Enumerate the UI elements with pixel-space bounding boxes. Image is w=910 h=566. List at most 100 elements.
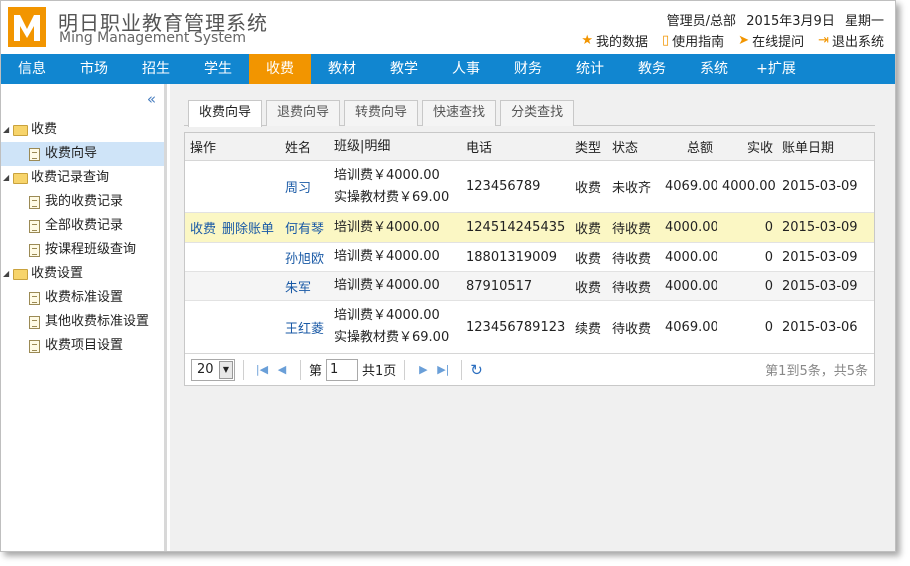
row-phone: 123456789123 bbox=[466, 319, 566, 335]
pagination-bar: 20 ▼ |◀ ◀ 第 1 共1页 ▶ ▶| ↻ 第1到5条，共5条 bbox=[185, 353, 874, 385]
tree-item-fee-wizard[interactable]: 收费向导 bbox=[1, 142, 164, 166]
row-type: 收费 bbox=[575, 181, 602, 196]
tree-item-fee-items[interactable]: 收费项目设置 bbox=[1, 334, 164, 358]
row-class: 培训费￥4000.00 bbox=[334, 249, 440, 264]
row-total: 4069.00 bbox=[665, 179, 717, 194]
row-paid: 4000.00 bbox=[722, 179, 776, 194]
collapse-arrow-icon: ◢ bbox=[3, 173, 10, 182]
header-name: 姓名 bbox=[285, 141, 312, 156]
page-size-value: 20 bbox=[197, 362, 214, 377]
tab-refund-wizard[interactable]: 退费向导 bbox=[266, 100, 341, 126]
tree-item-label: 全部收费记录 bbox=[45, 218, 124, 233]
collect-fee-link[interactable]: 收费 bbox=[190, 222, 216, 237]
table-row[interactable]: 孙旭欧 培训费￥4000.00 18801319009 收费 待收费 4000.… bbox=[185, 243, 874, 272]
header-class: 班级|明细 bbox=[334, 138, 391, 154]
row-paid: 0 bbox=[764, 220, 773, 235]
table-row[interactable]: 周习 培训费￥4000.00 实操教材费￥69.00 123456789 收费 … bbox=[185, 161, 874, 213]
row-type: 收费 bbox=[575, 222, 602, 237]
first-page-icon[interactable]: |◀ bbox=[252, 363, 272, 376]
fee-table: 操作 姓名 班级|明细 电话 类型 状态 总额 实收 账单日期 周习 培训费￥4… bbox=[184, 132, 875, 386]
folder-icon bbox=[13, 172, 28, 184]
table-row[interactable]: 王红菱 培训费￥4000.00 实操教材费￥69.00 123456789123… bbox=[185, 301, 874, 353]
tree-group-fee-records[interactable]: ◢ 收费记录查询 bbox=[1, 166, 164, 190]
tab-category-search[interactable]: 分类查找 bbox=[500, 100, 575, 126]
guide-link[interactable]: ▯ 使用指南 bbox=[662, 31, 724, 50]
nav-item-market[interactable]: 市场 bbox=[63, 54, 125, 84]
document-icon bbox=[29, 147, 40, 161]
logout-link[interactable]: ⇥ 退出系统 bbox=[818, 31, 884, 50]
header-type: 类型 bbox=[575, 141, 602, 156]
row-status: 待收费 bbox=[612, 280, 652, 296]
tree-item-by-class[interactable]: 按课程班级查询 bbox=[1, 238, 164, 262]
current-weekday: 星期一 bbox=[844, 14, 884, 29]
tree-group-fees[interactable]: ◢ 收费 bbox=[1, 118, 164, 142]
sidebar: « ◢ 收费 收费向导 ◢ 收费记录查询 我的收费记录 全部收费记录 按课程班级… bbox=[1, 84, 167, 551]
nav-item-academic[interactable]: 教务 bbox=[621, 54, 683, 84]
row-type: 收费 bbox=[575, 280, 602, 296]
tree-item-label: 收费标准设置 bbox=[45, 290, 124, 305]
prev-page-icon[interactable]: ◀ bbox=[272, 363, 292, 376]
row-paid: 0 bbox=[764, 249, 773, 265]
row-type: 续费 bbox=[575, 321, 602, 337]
table-row[interactable]: 朱军 培训费￥4000.00 87910517 收费 待收费 4000.00 0… bbox=[185, 272, 874, 301]
row-status: 未收齐 bbox=[612, 181, 652, 196]
page-size-select[interactable]: 20 ▼ bbox=[191, 358, 235, 381]
row-class-line2: 实操教材费￥69.00 bbox=[334, 189, 450, 205]
table-row[interactable]: 收费 删除账单 何有琴 培训费￥4000.00 124514245435 收费 待… bbox=[185, 213, 874, 243]
nav-item-student[interactable]: 学生 bbox=[187, 54, 249, 84]
nav-item-info[interactable]: 信息 bbox=[1, 54, 63, 84]
content-area: 收费向导 退费向导 转费向导 快速查找 分类查找 操作 姓名 班级|明细 电话 … bbox=[184, 100, 875, 386]
nav-item-stats[interactable]: 统计 bbox=[559, 54, 621, 84]
tab-transfer-wizard[interactable]: 转费向导 bbox=[344, 100, 419, 126]
pager-divider bbox=[404, 359, 406, 380]
tree-item-all-records[interactable]: 全部收费记录 bbox=[1, 214, 164, 238]
row-class: 培训费￥4000.00 bbox=[334, 219, 440, 235]
nav-item-teaching[interactable]: 教学 bbox=[373, 54, 435, 84]
next-page-icon[interactable]: ▶ bbox=[413, 363, 433, 376]
tree-item-fee-standard[interactable]: 收费标准设置 bbox=[1, 286, 164, 310]
header-links: ★ 我的数据 ▯ 使用指南 ➤ 在线提问 ⇥ 退出系统 bbox=[581, 31, 884, 50]
tab-quick-search[interactable]: 快速查找 bbox=[422, 100, 497, 126]
nav-item-enroll[interactable]: 招生 bbox=[125, 54, 187, 84]
page-number-input[interactable]: 1 bbox=[326, 358, 359, 381]
header-date: 账单日期 bbox=[782, 141, 835, 156]
tab-fee-wizard[interactable]: 收费向导 bbox=[188, 100, 263, 127]
tree-item-my-records[interactable]: 我的收费记录 bbox=[1, 190, 164, 214]
row-class: 培训费￥4000.00 实操教材费￥69.00 bbox=[329, 165, 461, 209]
current-date: 2015年3月9日 bbox=[746, 14, 835, 29]
collapse-sidebar-icon[interactable]: « bbox=[147, 90, 156, 108]
row-paid: 0 bbox=[764, 319, 773, 335]
row-name[interactable]: 王红菱 bbox=[280, 318, 329, 337]
nav-item-personnel[interactable]: 人事 bbox=[435, 54, 497, 84]
nav-item-finance[interactable]: 财务 bbox=[497, 54, 559, 84]
row-name[interactable]: 何有琴 bbox=[280, 218, 329, 237]
nav-item-extend[interactable]: +扩展 bbox=[745, 54, 807, 84]
nav-item-fees[interactable]: 收费 bbox=[249, 54, 311, 84]
nav-item-materials[interactable]: 教材 bbox=[311, 54, 373, 84]
document-icon bbox=[29, 219, 40, 233]
row-type: 收费 bbox=[575, 251, 602, 267]
row-total: 4000.00 bbox=[665, 278, 717, 294]
tree-item-label: 按课程班级查询 bbox=[45, 242, 137, 257]
row-class-line2: 实操教材费￥69.00 bbox=[334, 330, 450, 345]
delete-bill-link[interactable]: 删除账单 bbox=[222, 222, 274, 237]
row-status: 待收费 bbox=[612, 222, 652, 237]
refresh-icon[interactable]: ↻ bbox=[470, 361, 483, 379]
tree-item-other-standard[interactable]: 其他收费标准设置 bbox=[1, 310, 164, 334]
tree-group-fee-settings[interactable]: ◢ 收费设置 bbox=[1, 262, 164, 286]
ask-online-link[interactable]: ➤ 在线提问 bbox=[738, 31, 804, 50]
row-name[interactable]: 朱军 bbox=[280, 277, 329, 296]
table-header: 操作 姓名 班级|明细 电话 类型 状态 总额 实收 账单日期 bbox=[185, 133, 874, 161]
logout-label: 退出系统 bbox=[831, 35, 884, 50]
row-total: 4069.00 bbox=[665, 319, 717, 335]
nav-item-system[interactable]: 系统 bbox=[683, 54, 745, 84]
pager-divider bbox=[300, 359, 301, 380]
send-icon: ➤ bbox=[738, 33, 750, 48]
my-data-link[interactable]: ★ 我的数据 bbox=[581, 31, 648, 50]
exit-icon: ⇥ bbox=[818, 33, 829, 48]
row-date: 2015-03-09 bbox=[782, 278, 858, 294]
row-name[interactable]: 孙旭欧 bbox=[280, 248, 329, 267]
last-page-icon[interactable]: ▶| bbox=[433, 363, 453, 376]
row-name[interactable]: 周习 bbox=[280, 177, 329, 196]
row-date: 2015-03-06 bbox=[782, 319, 858, 335]
